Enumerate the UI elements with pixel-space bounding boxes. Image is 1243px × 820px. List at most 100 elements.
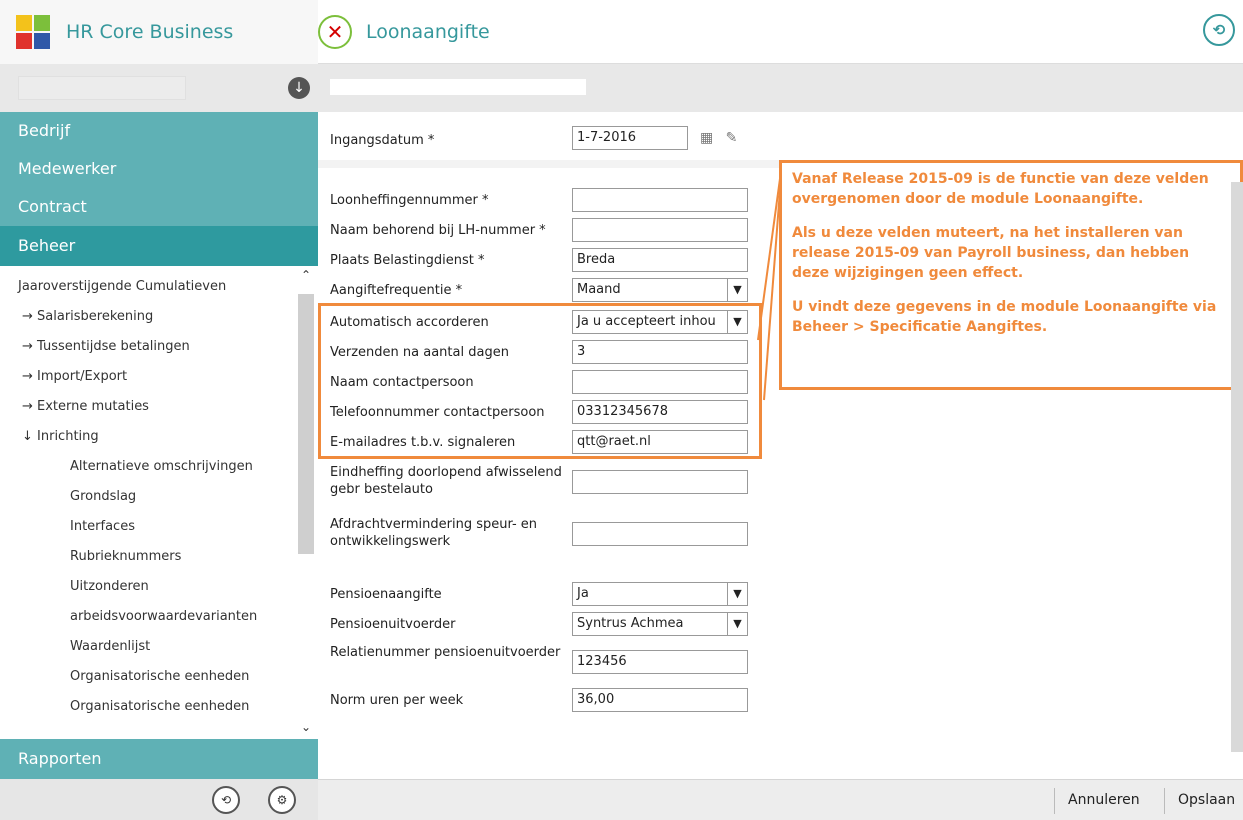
automatisch-accorderen-select[interactable]: Ja u accepteert inhou ▼	[572, 310, 748, 334]
naam-contactpersoon-input[interactable]	[572, 370, 748, 394]
settings-cycle-icon[interactable]: ⚙	[268, 786, 296, 814]
info-callout: Vanaf Release 2015-09 is de functie van …	[779, 160, 1243, 390]
form-row: Relatienummer pensioenuitvoerder 123456	[318, 644, 758, 684]
module-header: ✕ Loonaangifte	[318, 0, 490, 64]
form-row: Aangiftefrequentie * Maand ▼	[318, 278, 758, 304]
sidebar-item[interactable]: Uitzonderen	[0, 572, 318, 602]
content-header-field	[330, 79, 586, 95]
sidebar-section-medewerker[interactable]: Medewerker	[0, 150, 318, 188]
callout-text-3: U vindt deze gegevens in de module Loona…	[792, 299, 1217, 335]
eindheffing-input[interactable]	[572, 470, 748, 494]
field-label: Afdrachtvermindering speur- en ontwikkel…	[330, 517, 538, 549]
content-header	[318, 64, 1243, 112]
sidebar-item[interactable]: Organisatorische eenheden	[0, 662, 318, 692]
chevron-down-icon[interactable]: ▼	[727, 279, 747, 301]
form-row: Plaats Belastingdienst * Breda	[318, 248, 758, 274]
sidebar-item[interactable]: arbeidsvoorwaardevarianten	[0, 602, 318, 632]
field-label: Loonheffingennummer *	[330, 193, 489, 208]
emailadres-input[interactable]: qtt@raet.nl	[572, 430, 748, 454]
main-content: Ingangsdatum * 1-7-2016 ▦ ✎ Loonheffinge…	[318, 64, 1243, 820]
chevron-down-icon[interactable]: ▼	[727, 311, 747, 333]
verzenden-dagen-input[interactable]: 3	[572, 340, 748, 364]
field-label: Aangiftefrequentie *	[330, 283, 463, 298]
ingangsdatum-input[interactable]: 1-7-2016	[572, 126, 688, 150]
afdrachtvermindering-input[interactable]	[572, 522, 748, 546]
chevron-up-icon[interactable]: ⌃	[298, 268, 314, 284]
form-row: E-mailadres t.b.v. signaleren qtt@raet.n…	[318, 430, 758, 456]
sidebar-section-contract[interactable]: Contract	[0, 188, 318, 226]
form-row: Automatisch accorderen Ja u accepteert i…	[318, 310, 758, 336]
sidebar-item[interactable]: ↓ Inrichting	[0, 422, 318, 452]
module-title: Loonaangifte	[366, 21, 490, 43]
scrollbar-thumb[interactable]	[298, 294, 314, 554]
form-row: Naam behorend bij LH-nummer *	[318, 218, 758, 244]
sidebar-search-input[interactable]	[18, 76, 186, 100]
sidebar-item[interactable]: → Import/Export	[0, 362, 318, 392]
telefoonnummer-input[interactable]: 03312345678	[572, 400, 748, 424]
sidebar-item[interactable]: → Salarisberekening	[0, 302, 318, 332]
norm-uren-input[interactable]: 36,00	[572, 688, 748, 712]
sidebar-section-rapporten[interactable]: Rapporten	[0, 739, 318, 779]
select-value: Ja	[577, 586, 589, 601]
sidebar-item[interactable]: Interfaces	[0, 512, 318, 542]
chevron-down-icon[interactable]: ▼	[727, 583, 747, 605]
field-label: Naam contactpersoon	[330, 375, 474, 390]
field-label: Relatienummer pensioenuitvoerder	[330, 645, 561, 660]
calendar-icon[interactable]: ▦ ✎	[700, 130, 741, 146]
form-row: Verzenden na aantal dagen 3	[318, 340, 758, 366]
aangiftefrequentie-select[interactable]: Maand ▼	[572, 278, 748, 302]
loonheffingennummer-input[interactable]	[572, 188, 748, 212]
calendar-history-icon[interactable]: ⟲	[212, 786, 240, 814]
pensioenuitvoerder-select[interactable]: Syntrus Achmea ▼	[572, 612, 748, 636]
app-header: HR Core Business	[0, 0, 318, 64]
sidebar-section-beheer[interactable]: Beheer	[0, 226, 318, 266]
field-label: Verzenden na aantal dagen	[330, 345, 509, 360]
sidebar-item[interactable]: Alternatieve omschrijvingen	[0, 452, 318, 482]
naam-lh-input[interactable]	[572, 218, 748, 242]
field-label: Ingangsdatum *	[330, 133, 435, 148]
ingangsdatum-row: Ingangsdatum * 1-7-2016	[318, 124, 758, 154]
cancel-button[interactable]: Annuleren	[1068, 792, 1140, 808]
select-value: Ja u accepteert inhou	[577, 314, 716, 329]
field-label: Plaats Belastingdienst *	[330, 253, 485, 268]
sidebar: ↓ Bedrijf Medewerker Contract Beheer Jaa…	[0, 64, 318, 820]
form-row: Telefoonnummer contactpersoon 0331234567…	[318, 400, 758, 426]
arrow-down-circle-icon[interactable]: ↓	[288, 77, 310, 99]
footer-divider	[1164, 788, 1165, 814]
form-row: Naam contactpersoon	[318, 370, 758, 396]
history-icon[interactable]: ⟲	[1203, 14, 1235, 46]
chevron-down-icon[interactable]: ⌄	[298, 720, 314, 736]
chevron-down-icon[interactable]: ▼	[727, 613, 747, 635]
pensioenaangifte-select[interactable]: Ja ▼	[572, 582, 748, 606]
sidebar-item[interactable]: Organisatorische eenheden	[0, 692, 318, 722]
footer-divider	[1054, 788, 1055, 814]
save-button[interactable]: Opslaan	[1178, 792, 1235, 808]
field-label: Pensioenuitvoerder	[330, 617, 456, 632]
sidebar-item[interactable]: → Externe mutaties	[0, 392, 318, 422]
relatienummer-input[interactable]: 123456	[572, 650, 748, 674]
field-label: Norm uren per week	[330, 693, 464, 708]
form-row: Norm uren per week 36,00	[318, 688, 758, 714]
form-row: Loonheffingennummer *	[318, 188, 758, 214]
form-row: Pensioenaangifte Ja ▼	[318, 582, 758, 608]
sidebar-scrollbar[interactable]: ⌃ ⌄	[298, 266, 314, 738]
footer-bar: Annuleren Opslaan	[318, 779, 1243, 820]
sidebar-item[interactable]: Jaaroverstijgende Cumulatieven	[0, 272, 318, 302]
select-value: Syntrus Achmea	[577, 616, 684, 631]
sidebar-bottom-bar: ⟲ ⚙	[0, 779, 318, 820]
app-logo-icon	[16, 15, 50, 49]
sidebar-item[interactable]: → Tussentijdse betalingen	[0, 332, 318, 362]
field-label: Telefoonnummer contactpersoon	[330, 405, 545, 420]
sidebar-section-bedrijf[interactable]: Bedrijf	[0, 112, 318, 150]
sidebar-item[interactable]: Rubrieknummers	[0, 542, 318, 572]
sidebar-item[interactable]: Waardenlijst	[0, 632, 318, 662]
sidebar-item[interactable]: Grondslag	[0, 482, 318, 512]
plaats-belastingdienst-input[interactable]: Breda	[572, 248, 748, 272]
field-label: Automatisch accorderen	[330, 315, 489, 330]
form-row: Pensioenuitvoerder Syntrus Achmea ▼	[318, 612, 758, 638]
field-label: Pensioenaangifte	[330, 587, 442, 602]
top-bar: HR Core Business ✕ Loonaangifte ⟲	[0, 0, 1243, 64]
sidebar-search-row: ↓	[0, 64, 318, 112]
tools-icon: ✕	[318, 15, 352, 49]
content-scrollbar[interactable]	[1231, 182, 1243, 752]
